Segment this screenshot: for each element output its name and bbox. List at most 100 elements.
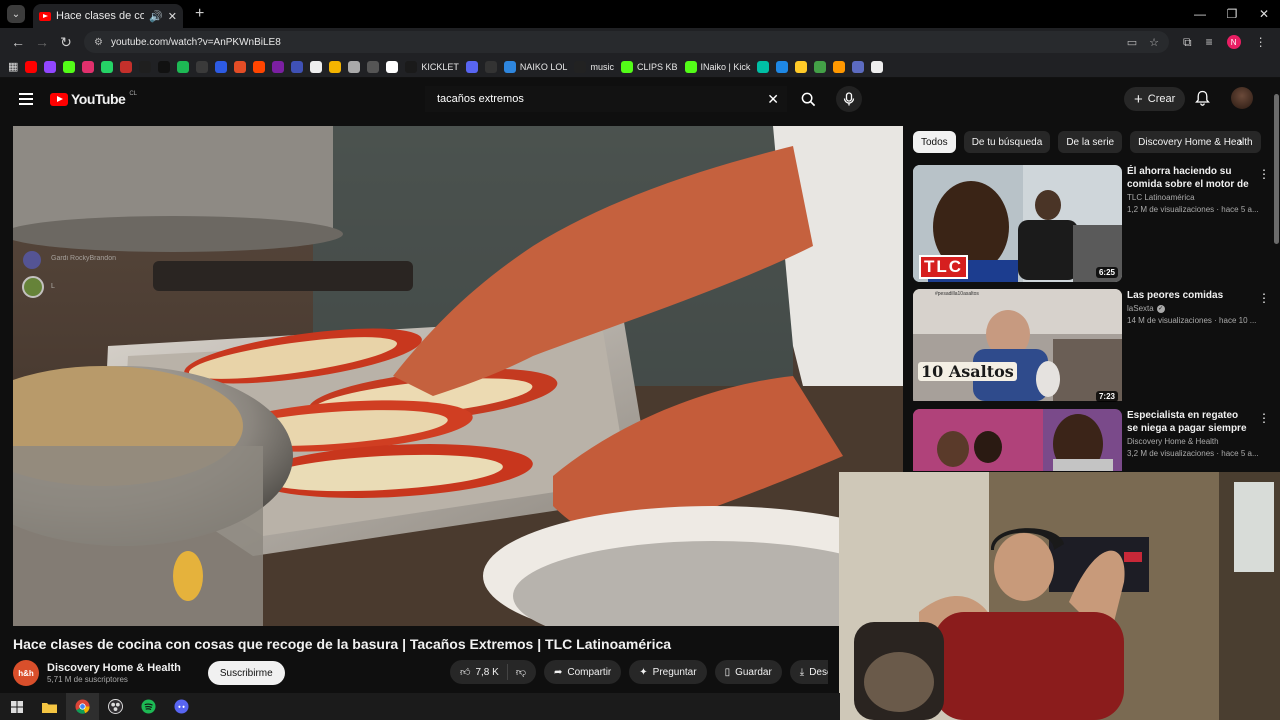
filter-chip[interactable]: De la serie [1058, 131, 1123, 153]
spotify-button[interactable] [132, 693, 165, 720]
channel-name[interactable]: Discovery Home & Health [47, 662, 181, 674]
bookmark-item[interactable] [348, 60, 361, 73]
apps-grid-icon[interactable]: ▦ [8, 60, 18, 73]
recommendation-channel[interactable]: laSexta [1127, 304, 1154, 313]
profile-avatar[interactable]: N [1226, 35, 1241, 49]
media-controls-icon[interactable]: ≡ [1206, 35, 1213, 49]
recommendation-channel[interactable]: TLC Latinoamérica [1127, 193, 1195, 202]
start-button[interactable] [0, 693, 33, 720]
bookmark-item[interactable] [120, 60, 133, 73]
url-text[interactable]: youtube.com/watch?v=AnPKWnBiLE8 [111, 37, 1119, 48]
recommendation-item[interactable]: TLC 6:25 Él ahorra haciendo su comida so… [913, 165, 1270, 282]
bookmark-item[interactable] [291, 60, 304, 73]
reload-icon[interactable]: ↻ [54, 34, 78, 51]
bookmark-item[interactable] [272, 60, 285, 73]
bookmark-item[interactable] [139, 60, 152, 73]
back-icon[interactable]: ← [6, 34, 30, 50]
bookmark-item[interactable]: KICKLET [405, 60, 459, 73]
voice-search-button[interactable] [836, 86, 862, 112]
search-button[interactable] [792, 86, 824, 112]
more-options-icon[interactable]: ⋮ [1258, 411, 1270, 425]
bookmark-item[interactable] [44, 60, 57, 73]
more-options-icon[interactable]: ⋮ [1258, 167, 1270, 181]
dislike-button[interactable]: 👎︎ [508, 666, 536, 678]
recommendation-item[interactable]: #pesadilla10asaltos 10 Asaltos 7:23 Las … [913, 289, 1270, 406]
bookmark-item[interactable]: INaiko | Kick [684, 60, 750, 73]
browser-tab-active[interactable]: Hace clases de cocina con cosas que reco… [33, 4, 183, 28]
bookmark-item[interactable] [757, 60, 770, 73]
bookmark-item[interactable]: music [574, 60, 614, 73]
bookmark-item[interactable] [833, 60, 846, 73]
bookmark-item[interactable] [253, 60, 266, 73]
save-button[interactable]: ▯ Guardar [714, 660, 782, 684]
bookmark-item[interactable] [25, 60, 38, 73]
bookmark-item[interactable] [465, 60, 478, 73]
filter-chip[interactable]: Todos [913, 131, 956, 153]
window-close-icon[interactable]: ✕ [1248, 0, 1280, 28]
bookmark-item[interactable] [158, 60, 171, 73]
forward-icon[interactable]: → [30, 34, 54, 50]
bookmark-star-icon[interactable]: ☆ [1149, 36, 1159, 49]
more-options-icon[interactable]: ⋮ [1258, 291, 1270, 305]
minimize-icon[interactable]: — [1184, 0, 1216, 28]
bookmark-item[interactable] [215, 60, 228, 73]
search-input[interactable] [425, 86, 787, 112]
bookmark-item[interactable] [82, 60, 95, 73]
bookmark-item[interactable] [329, 60, 342, 73]
download-button[interactable]: ⤓ Desc [789, 660, 828, 684]
recommendation-title[interactable]: Especialista en regateo se niega a pagar… [1127, 409, 1252, 435]
like-button[interactable]: 👍︎ 7,8 K [450, 664, 508, 680]
video-player[interactable]: Gardi RockyBrandon L [13, 126, 903, 626]
chrome-button[interactable] [66, 693, 99, 720]
notifications-bell-icon[interactable] [1195, 90, 1210, 111]
obs-button[interactable] [99, 693, 132, 720]
bookmark-item[interactable] [795, 60, 808, 73]
browser-menu-icon[interactable]: ⋮ [1255, 35, 1267, 49]
bookmark-item[interactable] [177, 60, 190, 73]
bookmark-favicon-icon [139, 60, 152, 73]
bookmark-item[interactable] [63, 60, 76, 73]
omnibox[interactable]: ⚙ youtube.com/watch?v=AnPKWnBiLE8 ▭ ☆ [84, 31, 1169, 53]
extensions-icon[interactable]: ⧉ [1183, 35, 1192, 50]
recommendation-channel[interactable]: Discovery Home & Health [1127, 437, 1219, 446]
new-tab-button[interactable]: + [195, 5, 204, 23]
ask-button[interactable]: ✦ Preguntar [629, 660, 707, 684]
chevron-right-icon[interactable]: › [1238, 133, 1243, 149]
youtube-logo[interactable]: YouTube CL [50, 91, 137, 107]
bookmark-item[interactable] [484, 60, 497, 73]
guide-menu-icon[interactable] [19, 93, 33, 105]
recommendation-title[interactable]: Las peores comidas [1127, 289, 1252, 302]
bookmark-item[interactable] [386, 60, 399, 73]
speaker-icon[interactable]: 🔊 [149, 10, 163, 23]
site-info-icon[interactable]: ⚙ [94, 37, 103, 48]
clear-search-icon[interactable]: ✕ [767, 91, 779, 108]
bookmark-item[interactable] [234, 60, 247, 73]
restore-icon[interactable]: ❐ [1216, 0, 1248, 28]
bookmark-item[interactable] [196, 60, 209, 73]
bookmark-item[interactable] [814, 60, 827, 73]
bookmark-item[interactable]: NAIKO LOL [503, 60, 567, 73]
bookmark-item[interactable]: CLIPS KB [620, 60, 678, 73]
bookmark-item[interactable] [367, 60, 380, 73]
close-tab-icon[interactable]: ✕ [168, 10, 177, 23]
bookmark-item[interactable] [852, 60, 865, 73]
file-explorer-button[interactable] [33, 693, 66, 720]
thumbnail[interactable]: TLC 6:25 [913, 165, 1122, 282]
bookmark-item[interactable] [776, 60, 789, 73]
thumbnail[interactable]: #pesadilla10asaltos 10 Asaltos 7:23 [913, 289, 1122, 406]
tab-search-button[interactable]: ⌄ [7, 5, 25, 23]
create-button[interactable]: + Crear [1124, 87, 1186, 111]
share-button[interactable]: ➦ Compartir [543, 660, 622, 684]
discord-button[interactable] [165, 693, 198, 720]
filter-chip[interactable]: De tu búsqueda [963, 131, 1051, 153]
channel-avatar[interactable]: h&h [13, 660, 39, 686]
cast-icon[interactable]: ▭ [1127, 36, 1137, 49]
bookmark-item[interactable] [101, 60, 114, 73]
recommendation-title[interactable]: Él ahorra haciendo su comida sobre el mo… [1127, 165, 1252, 191]
subscribe-button[interactable]: Suscribirme [207, 661, 285, 685]
bookmark-item[interactable] [871, 60, 884, 73]
user-avatar[interactable] [1231, 87, 1253, 109]
thumbnail[interactable] [913, 409, 1122, 471]
scrollbar-thumb[interactable] [1274, 94, 1279, 244]
bookmark-item[interactable] [310, 60, 323, 73]
